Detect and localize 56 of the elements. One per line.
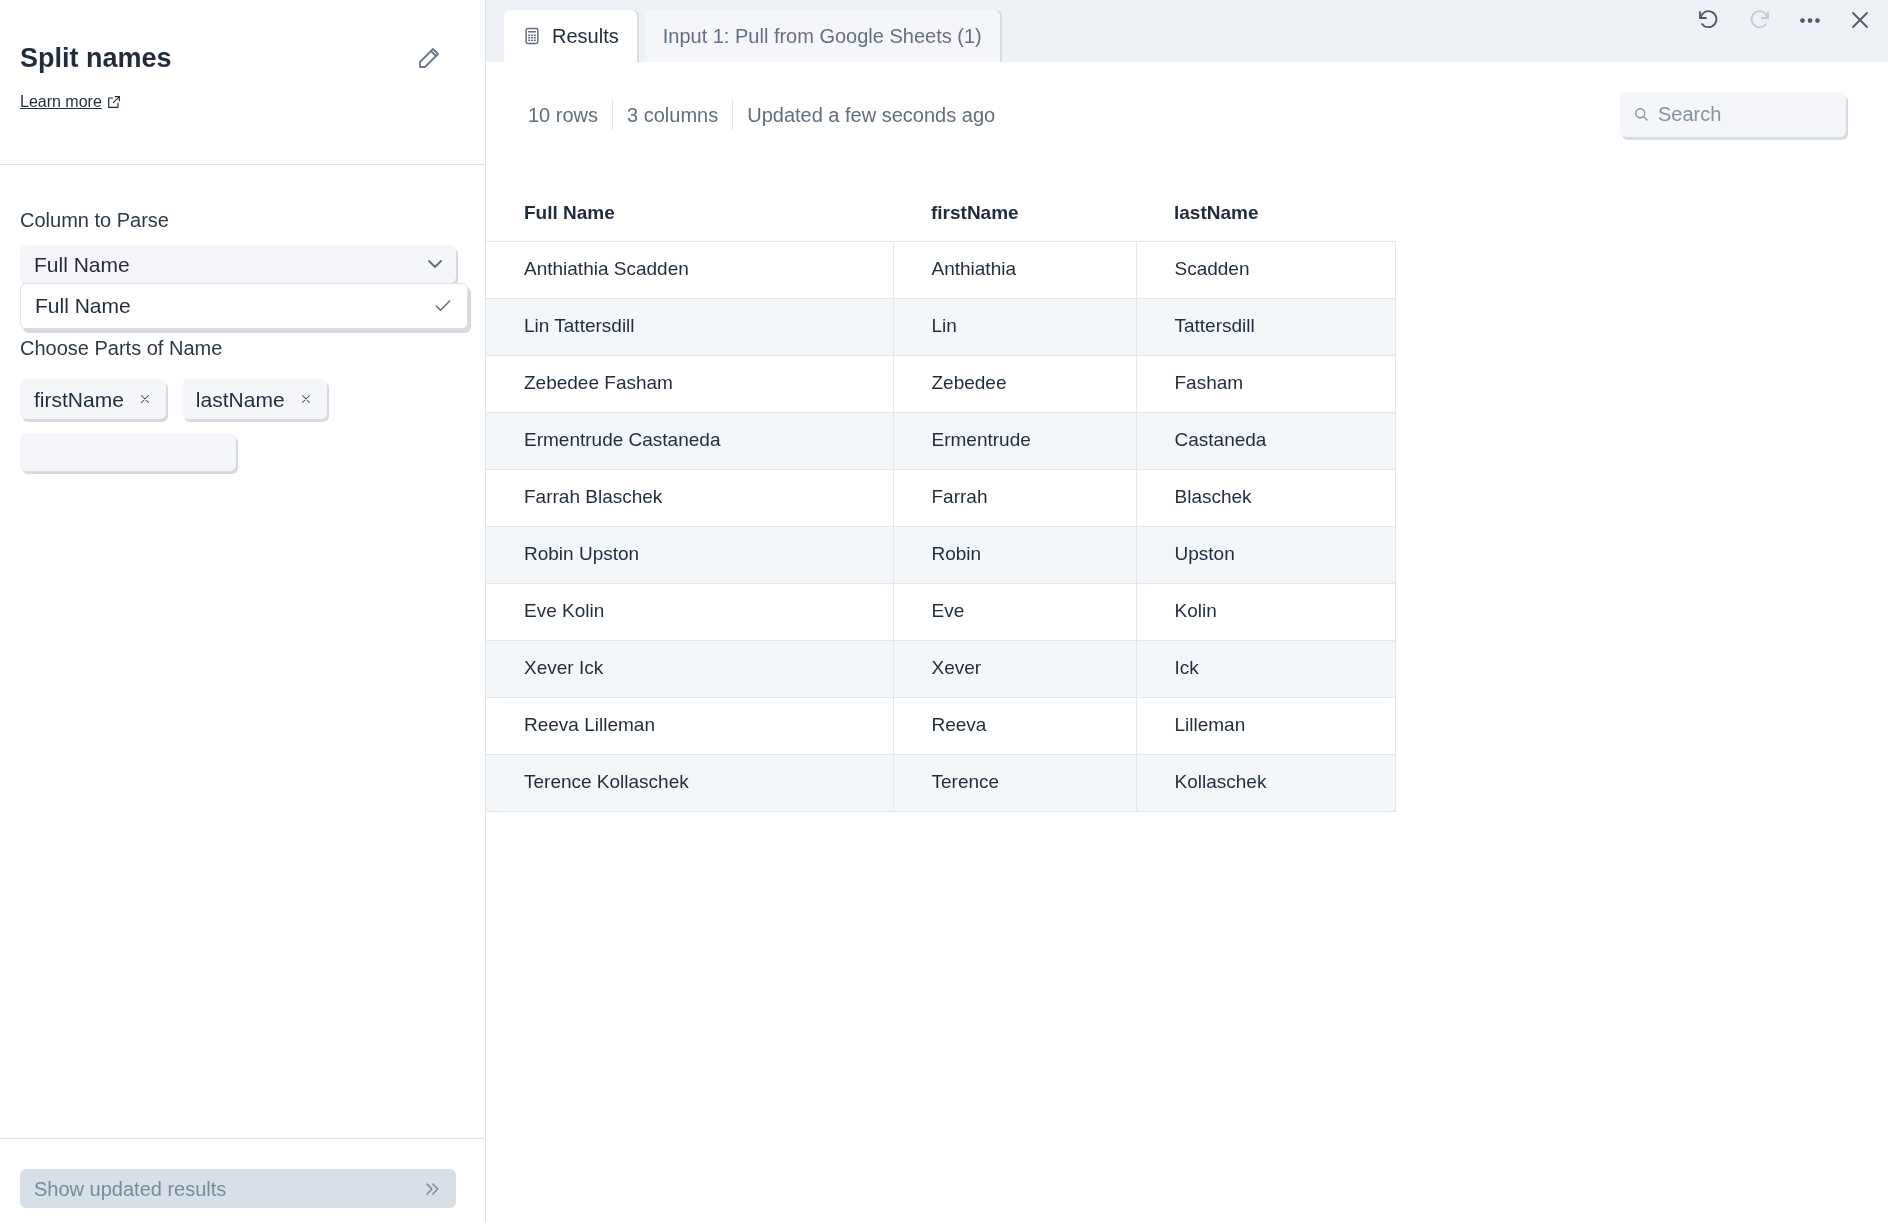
table-cell: Lilleman [1136, 697, 1396, 754]
table-cell: Eve Kolin [486, 583, 893, 640]
tab[interactable]: Input 1: Pull from Google Sheets (1) [644, 10, 1000, 62]
field-label: Choose Parts of Name [20, 336, 224, 362]
table-cell: Lin Tattersdill [486, 298, 893, 355]
table-cell: Reeva [893, 697, 1136, 754]
field-label: Column to Parse [20, 208, 170, 234]
edit-button[interactable] [417, 46, 441, 71]
search-field[interactable]: Search [1620, 92, 1846, 137]
tab[interactable]: Results [504, 10, 637, 62]
table-cell: Zebedee [893, 355, 1136, 412]
table-cell: Fasham [1136, 355, 1396, 412]
more-icon [1800, 17, 1820, 23]
table-cell: Kolin [1136, 583, 1396, 640]
table-cell: Farrah [893, 469, 1136, 526]
table-cell: Robin Upston [486, 526, 893, 583]
table-cell: Terence [893, 754, 1136, 811]
table-cell: Anthiathia Scadden [486, 241, 893, 298]
column-header: lastName [1136, 185, 1396, 241]
column-select[interactable]: Full Name [20, 245, 456, 284]
column-header: firstName [893, 185, 1136, 241]
table-cell: Xever [893, 640, 1136, 697]
table-cell: Upston [1136, 526, 1396, 583]
table-cell: Xever Ick [486, 640, 893, 697]
pencil-icon [417, 46, 441, 71]
chevron-down-icon [428, 260, 442, 269]
table-cell: Kollaschek [1136, 754, 1396, 811]
table-cell: Farrah Blaschek [486, 469, 893, 526]
table-cell: Reeva Lilleman [486, 697, 893, 754]
table-cell: Ermentrude Castaneda [486, 412, 893, 469]
table-cell: Tattersdill [1136, 298, 1396, 355]
table-cell: Scadden [1136, 241, 1396, 298]
learn-more-link[interactable]: Learn more [20, 90, 102, 115]
calculator-icon [522, 26, 542, 46]
column-header: Full Name [486, 185, 893, 241]
panel-title: Split names [20, 42, 172, 75]
tag-chip: firstName [20, 379, 166, 420]
table-cell: Terence Kollaschek [486, 754, 893, 811]
more-button[interactable] [1800, 17, 1820, 23]
table-cell: Anthiathia [893, 241, 1136, 298]
table-cell: Ermentrude [893, 412, 1136, 469]
tag-chip: lastName [181, 379, 327, 420]
table-cell: Blaschek [1136, 469, 1396, 526]
search-icon [1632, 105, 1650, 123]
table-cell: Robin [893, 526, 1136, 583]
table-cell: Lin [893, 298, 1136, 355]
table-cell: Ick [1136, 640, 1396, 697]
dropdown-option[interactable]: Full Name [21, 284, 467, 328]
stat-text: 10 rows [528, 102, 600, 128]
stat-text: Updated a few seconds ago [732, 99, 1010, 130]
table-cell: Zebedee Fasham [486, 355, 893, 412]
table-cell: Eve [893, 583, 1136, 640]
table-cell: Castaneda [1136, 412, 1396, 469]
input-field[interactable] [20, 433, 236, 472]
stat-text: 3 columns [612, 99, 733, 130]
external-link-icon [105, 94, 122, 111]
